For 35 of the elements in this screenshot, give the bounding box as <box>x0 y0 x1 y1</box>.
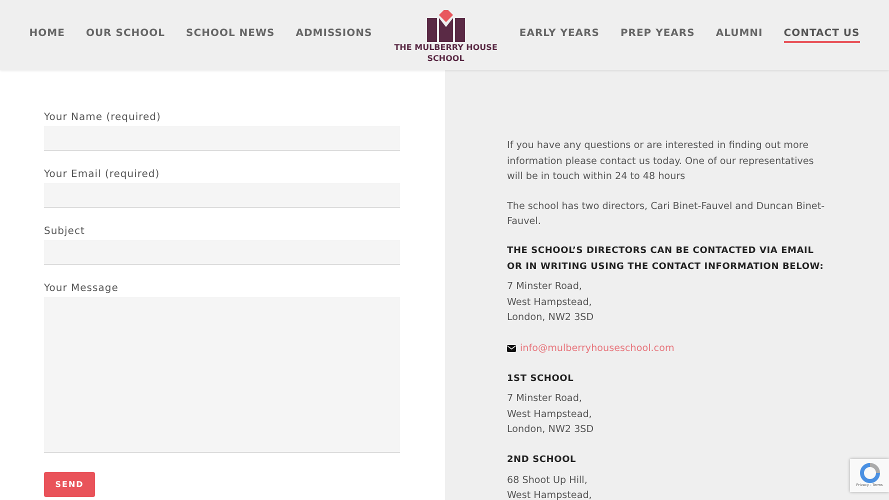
input-field[interactable] <box>44 240 400 265</box>
address-line: London, NW2 3SD <box>507 423 594 438</box>
nav-link[interactable]: ALUMNI <box>716 28 763 42</box>
nav-link[interactable]: PREP YEARS <box>620 28 695 42</box>
logo-icon <box>426 10 465 42</box>
envelope-icon <box>507 345 516 352</box>
address-line: 68 Shoot Up Hill, <box>507 474 588 488</box>
address-line: London, NW2 3SD <box>507 311 594 326</box>
send-button[interactable]: SEND <box>44 472 95 497</box>
nav-link[interactable]: OUR SCHOOL <box>86 28 166 42</box>
contact-heading: THE SCHOOL’S DIRECTORS CAN BE CONTACTED VIA EMAIL OR IN WRITING USING THE CONTACT INFORMATION BELOW: <box>507 244 825 274</box>
message-field[interactable] <box>44 297 400 453</box>
address-line: 7 Minster Road, <box>507 392 582 406</box>
directors-text: The school has two directors, Cari Binet-Fauvel and Duncan Binet-Fauvel. <box>507 200 826 230</box>
recaptcha-icon <box>860 463 880 483</box>
address-line: West Hampstead, <box>507 489 592 500</box>
intro-text: If you have any questions or are interested in finding out more information please contact us today. One of our representatives will be in touch within 24 to 48 hours <box>507 139 815 184</box>
school-name: THE MULBERRY HOUSE SCHOOL <box>394 42 498 64</box>
address-line: West Hampstead, <box>507 408 592 422</box>
field-label: Your Message <box>44 283 120 294</box>
school-heading: 1ST SCHOOL <box>507 372 575 386</box>
nav-link[interactable]: SCHOOL NEWS <box>186 28 275 42</box>
nav-link[interactable]: ADMISSIONS <box>296 28 372 42</box>
input-field[interactable] <box>44 183 400 208</box>
address-line: 7 Minster Road, <box>507 280 582 294</box>
email-link[interactable]: info@mulberryhouseschool.com <box>520 340 674 357</box>
address-line: West Hampstead, <box>507 296 592 310</box>
nav-link[interactable]: EARLY YEARS <box>519 28 600 42</box>
school-heading: 2ND SCHOOL <box>507 454 578 467</box>
field-label: Your Email (required) <box>44 169 161 180</box>
input-field[interactable] <box>44 126 400 151</box>
field-label: Subject <box>44 226 86 237</box>
field-label: Your Name (required) <box>44 112 162 123</box>
nav-link[interactable]: HOME <box>29 28 65 42</box>
nav-link[interactable]: CONTACT US <box>784 28 860 42</box>
